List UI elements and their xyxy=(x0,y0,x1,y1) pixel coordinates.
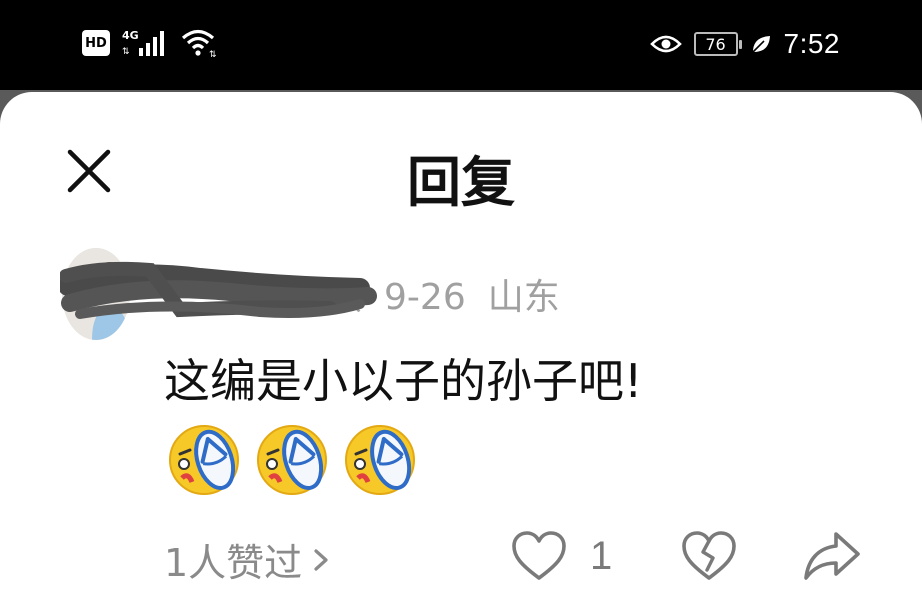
heart-icon xyxy=(512,531,566,580)
sheet-title: 回复 xyxy=(407,151,515,214)
comment-text: 这编是小以子的孙子吧! xyxy=(164,354,643,408)
like-count: 1 xyxy=(590,533,613,578)
svg-text:⇅: ⇅ xyxy=(209,50,217,58)
likes-summary-link[interactable]: 1人赞过 xyxy=(164,532,332,587)
chevron-right-icon xyxy=(314,548,328,571)
status-bar: HD 4G ⇅ ⇅ 76 7:52 xyxy=(0,0,922,90)
wifi-icon: ⇅ xyxy=(181,29,217,58)
svg-text:4G: 4G xyxy=(122,29,139,42)
battery-level: 76 xyxy=(705,34,726,54)
status-left: HD 4G ⇅ ⇅ xyxy=(82,28,220,58)
share-icon[interactable] xyxy=(802,528,862,582)
likes-summary-label: 1人赞过 xyxy=(164,541,303,585)
broken-heart-icon[interactable] xyxy=(680,528,738,582)
flip-flop-laughing-emoji xyxy=(257,425,327,495)
svg-text:⇅: ⇅ xyxy=(122,47,130,57)
eye-icon xyxy=(649,35,682,53)
redaction-scribble xyxy=(60,261,377,319)
signal-icon: 4G ⇅ xyxy=(122,29,164,57)
hd-icon: HD xyxy=(82,30,110,56)
like-button[interactable]: 1 xyxy=(510,530,612,582)
comment-location: 山东 xyxy=(487,277,560,318)
comment-date: 9-26 xyxy=(384,277,466,318)
status-right: 76 7:52 xyxy=(649,28,841,60)
battery-icon: 76 xyxy=(693,32,742,56)
emoji-row xyxy=(166,420,418,496)
flip-flop-laughing-emoji xyxy=(345,425,415,495)
leaf-icon xyxy=(751,36,770,53)
clock: 7:52 xyxy=(783,28,840,59)
flip-flop-laughing-emoji xyxy=(169,425,239,495)
